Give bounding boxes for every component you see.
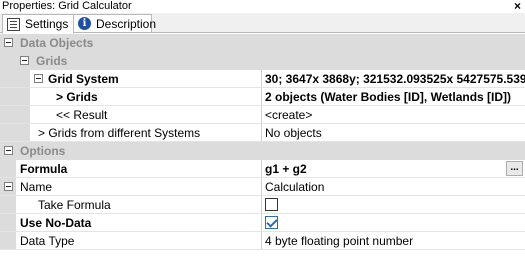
property-name: << Result (56, 108, 108, 122)
title-bar: Properties: Grid Calculator × (0, 0, 525, 13)
collapse-toggle-icon[interactable] (20, 56, 29, 65)
property-value[interactable]: <create> (262, 106, 525, 123)
collapse-toggle-icon[interactable] (34, 74, 43, 83)
category-grids[interactable]: Grids (0, 52, 525, 70)
collapse-toggle-icon[interactable] (4, 146, 13, 155)
property-row-use-nodata[interactable]: Use No-Data (0, 214, 525, 232)
property-value[interactable]: 4 byte floating point number (262, 232, 525, 249)
property-value[interactable]: 30; 3647x 3868y; 321532.093525x 5427575.… (262, 70, 525, 87)
property-grid: Data Objects Grids Grid System 30; 3647x… (0, 34, 525, 250)
property-row-grids[interactable]: > Grids 2 objects (Water Bodies [ID], We… (0, 88, 525, 106)
property-name: > Grids from different Systems (38, 126, 201, 140)
window-title: Properties: Grid Calculator (2, 0, 132, 12)
info-icon: i (78, 17, 91, 30)
settings-icon (7, 17, 20, 31)
property-name: Name (20, 180, 53, 194)
category-label: Data Objects (20, 36, 94, 50)
property-row-grids-other[interactable]: > Grids from different Systems No object… (0, 124, 525, 142)
collapse-toggle-icon[interactable] (4, 38, 13, 47)
property-row-take-formula[interactable]: Take Formula (0, 196, 525, 214)
tab-description[interactable]: i Description (74, 14, 156, 33)
property-value[interactable]: 2 objects (Water Bodies [ID], Wetlands [… (262, 88, 525, 105)
property-value[interactable]: g1 + g2 ... (262, 160, 525, 177)
property-value[interactable]: Calculation (262, 178, 525, 195)
property-row-grid-system[interactable]: Grid System 30; 3647x 3868y; 321532.0935… (0, 70, 525, 88)
formula-value[interactable]: g1 + g2 (265, 162, 307, 176)
property-value[interactable]: No objects (262, 124, 525, 141)
property-row-data-type[interactable]: Data Type 4 byte floating point number (0, 232, 525, 250)
property-row-name[interactable]: Name Calculation (0, 178, 525, 196)
ellipsis-button[interactable]: ... (506, 161, 523, 176)
property-name: Take Formula (38, 198, 111, 212)
property-row-result[interactable]: << Result <create> (0, 106, 525, 124)
property-name: Formula (20, 162, 68, 176)
category-label: Options (20, 144, 66, 158)
property-name: Grid System (48, 72, 119, 86)
property-name: Use No-Data (20, 216, 92, 230)
category-label: Grids (36, 54, 68, 68)
use-nodata-checkbox[interactable] (265, 216, 278, 229)
close-icon[interactable]: × (514, 0, 521, 13)
category-options[interactable]: Options (0, 142, 525, 160)
category-data-objects[interactable]: Data Objects (0, 34, 525, 52)
property-name: Data Type (20, 234, 75, 248)
tab-settings-label: Settings (25, 17, 69, 31)
collapse-toggle-icon[interactable] (4, 182, 13, 191)
property-name: > Grids (56, 90, 98, 104)
property-row-formula[interactable]: Formula g1 + g2 ... (0, 160, 525, 178)
take-formula-checkbox[interactable] (265, 198, 278, 211)
tab-settings[interactable]: Settings (2, 14, 74, 34)
tab-strip: Settings i Description (0, 13, 525, 34)
tab-description-label: Description (96, 16, 157, 31)
